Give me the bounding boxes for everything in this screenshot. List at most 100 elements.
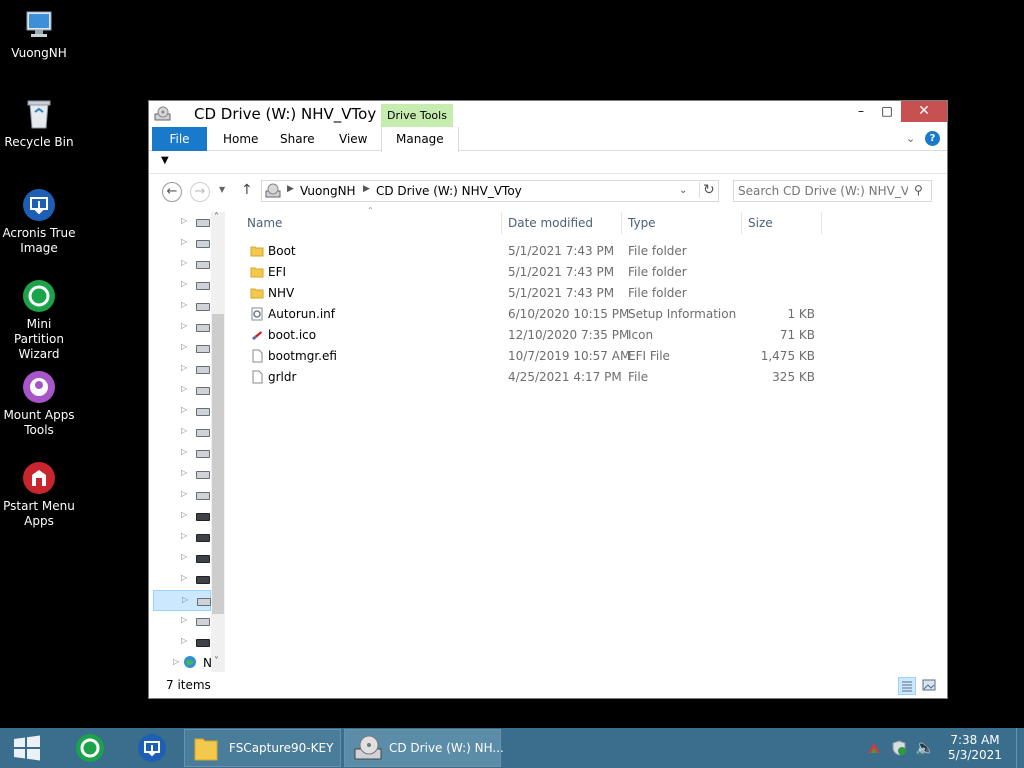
expand-arrow-icon[interactable]: ▷ [181, 216, 187, 225]
tab-view[interactable]: View [325, 127, 381, 151]
column-divider[interactable] [501, 212, 502, 234]
start-button[interactable] [0, 728, 54, 768]
file-name: EFI [268, 265, 287, 279]
expand-arrow-icon[interactable]: ▷ [181, 279, 187, 288]
recent-locations-chevron-icon[interactable]: ▼ [219, 185, 225, 194]
back-button[interactable]: ← [162, 182, 182, 202]
item-count: 7 items [166, 678, 211, 692]
volume-icon[interactable]: 🔈 [915, 738, 935, 757]
expand-arrow-icon[interactable]: ▷ [181, 531, 187, 540]
breadcrumb-vuongnh[interactable]: VuongNH [300, 184, 356, 198]
details-view-icon [902, 681, 912, 692]
expand-arrow-icon[interactable]: ▷ [181, 237, 187, 246]
show-desktop-button[interactable] [1016, 728, 1024, 768]
desktop-icon-vuongnh[interactable]: VuongNH [0, 8, 78, 61]
expand-arrow-icon[interactable]: ▷ [181, 426, 187, 435]
taskbar-task-fscapture[interactable]: FSCapture90-KEY [184, 729, 341, 767]
system-clock[interactable]: 7:38 AM 5/3/2021 [940, 733, 1010, 763]
desktop-icon-label: Acronis True Image [2, 226, 76, 255]
file-date: 4/25/2021 4:17 PM [508, 370, 622, 384]
search-input[interactable] [738, 183, 908, 199]
sort-ascending-icon: ⌃ [367, 206, 374, 215]
file-row[interactable]: Boot 5/1/2021 7:43 PM File folder [237, 241, 943, 262]
expand-arrow-icon[interactable]: ▷ [181, 573, 187, 582]
minimize-button[interactable]: – [848, 101, 874, 122]
help-icon[interactable]: ? [925, 131, 940, 146]
customize-qat-arrow-icon[interactable]: ▼ [161, 155, 169, 166]
forward-button[interactable]: → [190, 182, 210, 202]
column-divider[interactable] [741, 212, 742, 234]
tab-home[interactable]: Home [209, 127, 272, 151]
scroll-up-arrow-icon[interactable]: ˄ [214, 212, 219, 223]
tab-file[interactable]: File [152, 127, 207, 151]
desktop-icon-pstart[interactable]: Pstart Menu Apps [0, 461, 78, 529]
column-header-size[interactable]: Size [748, 216, 773, 230]
desktop-icon-mount-apps[interactable]: Mount Apps Tools [0, 370, 78, 438]
window-title: CD Drive (W:) NHV_VToy [194, 105, 377, 123]
desktop-icon-minitool[interactable]: Mini Partition Wizard [0, 279, 78, 362]
file-name: boot.ico [268, 328, 317, 342]
acronis-icon [138, 734, 166, 762]
nav-tree-cd-drive-selected[interactable]: ▷ [153, 590, 211, 611]
column-header-date[interactable]: Date modified [508, 216, 593, 230]
column-header-type[interactable]: Type [628, 216, 656, 230]
expand-arrow-icon[interactable]: ▷ [181, 636, 187, 645]
file-row[interactable]: EFI 5/1/2021 7:43 PM File folder [237, 262, 943, 283]
drive-icon [196, 534, 210, 542]
drive-icon [196, 429, 210, 437]
expand-arrow-icon[interactable]: ▷ [181, 342, 187, 351]
taskbar-minitool-button[interactable] [70, 728, 110, 768]
desktop-icon-acronis[interactable]: Acronis True Image [0, 188, 78, 256]
breadcrumb-cd-drive[interactable]: CD Drive (W:) NHV_VToy [376, 184, 522, 198]
expand-arrow-icon[interactable]: ▷ [181, 447, 187, 456]
expand-ribbon-chevron-icon[interactable]: ⌄ [906, 132, 915, 145]
large-icons-view-button[interactable] [921, 677, 939, 695]
column-divider[interactable] [621, 212, 622, 234]
desktop-icon-label: Mount Apps Tools [3, 408, 75, 437]
nav-pane-scrollbar[interactable]: ˄ ˅ [211, 212, 225, 672]
taskbar-task-explorer[interactable]: CD Drive (W:) NH... [344, 729, 504, 767]
address-bar[interactable]: ▶ VuongNH ▶ CD Drive (W:) NHV_VToy ⌄ ↻ [261, 180, 719, 202]
expand-arrow-icon[interactable]: ▷ [181, 384, 187, 393]
file-row[interactable]: bootmgr.efi 10/7/2019 10:57 AM EFI File … [237, 346, 943, 367]
scroll-down-arrow-icon[interactable]: ˅ [214, 656, 219, 667]
file-type: Icon [628, 328, 654, 342]
expand-arrow-icon[interactable]: ▷ [181, 510, 187, 519]
tab-manage[interactable]: Manage [381, 127, 459, 152]
expand-arrow-icon[interactable]: ▷ [173, 657, 179, 666]
file-size: 325 KB [772, 370, 815, 384]
address-dropdown-chevron-icon[interactable]: ⌄ [679, 185, 687, 196]
expand-arrow-icon[interactable]: ▷ [181, 468, 187, 477]
expand-arrow-icon[interactable]: ▷ [181, 321, 187, 330]
maximize-button[interactable]: □ [874, 101, 900, 122]
details-view-button[interactable] [898, 677, 916, 695]
search-box[interactable]: ⚲ [733, 180, 932, 202]
expand-arrow-icon[interactable]: ▷ [181, 300, 187, 309]
file-row[interactable]: Autorun.inf 6/10/2020 10:15 PM Setup Inf… [237, 304, 943, 325]
file-list: ⌃ Name Date modified Type Size Boot 5/1/… [237, 206, 943, 672]
expand-arrow-icon[interactable]: ▷ [181, 489, 187, 498]
taskbar-acronis-button[interactable] [132, 728, 172, 768]
file-row[interactable]: NHV 5/1/2021 7:43 PM File folder [237, 283, 943, 304]
expand-arrow-icon[interactable]: ▷ [182, 595, 188, 604]
file-row[interactable]: boot.ico 12/10/2020 7:35 PM Icon 71 KB [237, 325, 943, 346]
file-icon [250, 349, 264, 363]
close-button[interactable]: ✕ [901, 101, 947, 122]
title-bar[interactable]: CD Drive (W:) NHV_VToy Drive Tools – □ ✕ [149, 101, 947, 128]
desktop-icon-recycle-bin[interactable]: Recycle Bin [0, 97, 78, 150]
cd-drive-icon [154, 106, 172, 125]
expand-arrow-icon[interactable]: ▷ [181, 405, 187, 414]
file-row[interactable]: grldr 4/25/2021 4:17 PM File 325 KB [237, 367, 943, 388]
refresh-icon[interactable]: ↻ [699, 182, 715, 198]
tab-share[interactable]: Share [266, 127, 329, 151]
up-arrow-icon[interactable]: ↑ [241, 182, 253, 198]
expand-arrow-icon[interactable]: ▷ [181, 363, 187, 372]
column-divider[interactable] [821, 212, 822, 234]
column-header-name[interactable]: Name [247, 216, 282, 230]
expand-arrow-icon[interactable]: ▷ [181, 615, 187, 624]
expand-arrow-icon[interactable]: ▷ [181, 552, 187, 561]
tray-app-icon[interactable] [866, 740, 882, 759]
expand-arrow-icon[interactable]: ▷ [181, 258, 187, 267]
scrollbar-thumb[interactable] [212, 314, 224, 614]
security-shield-icon[interactable] [891, 740, 907, 759]
